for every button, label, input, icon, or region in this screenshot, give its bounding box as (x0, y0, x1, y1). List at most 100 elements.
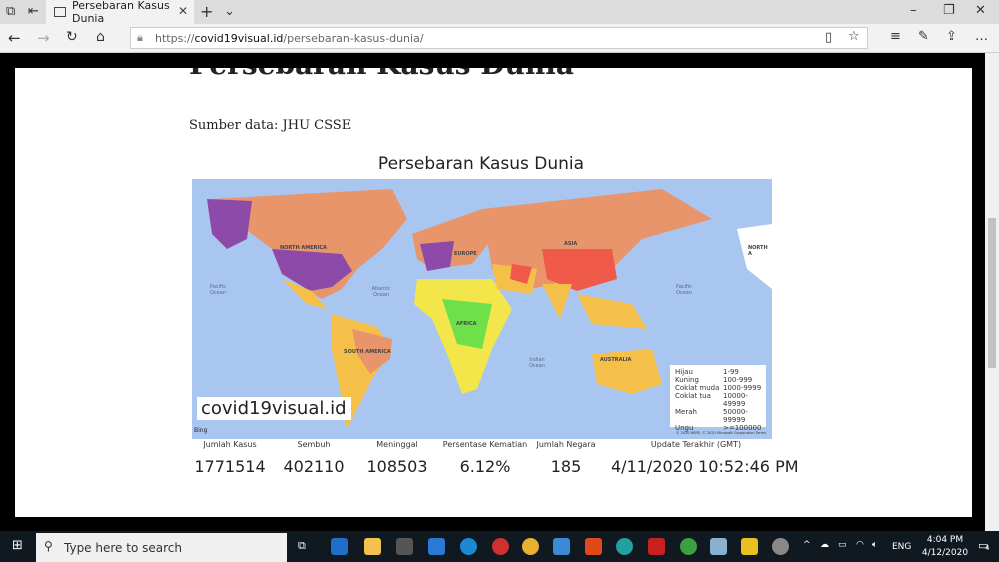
close-window-icon[interactable]: ✕ (975, 3, 986, 18)
region-europe (412, 209, 492, 269)
label-africa: AFRICA (456, 321, 477, 327)
powerbi-icon[interactable] (741, 538, 758, 555)
stat-recovered: Sembuh 402110 (281, 440, 347, 476)
back-icon[interactable]: ← (8, 29, 21, 47)
app-c-icon[interactable] (460, 538, 477, 555)
forward-icon[interactable]: → (37, 29, 50, 47)
label-north-a: NORTH A (748, 245, 768, 257)
label-atlantic-ocean: Atlantic Ocean (371, 286, 391, 298)
stat-label: Jumlah Negara (536, 440, 596, 449)
url-prefix: https:// (155, 32, 195, 45)
region-western-europe (420, 241, 454, 271)
map-legend: Hijau 1-99 Kuning 100-999 Coklat muda 1000-… (670, 365, 766, 432)
windows-start-icon[interactable]: ⊞ (12, 538, 23, 553)
home-icon[interactable]: ⌂ (96, 29, 105, 45)
reading-view-icon[interactable]: ▯ (825, 30, 832, 45)
language-indicator[interactable]: ENG (892, 542, 911, 552)
map-title: Persebaran Kasus Dunia (377, 154, 585, 174)
tab-bar: ⧉ ⇤ Persebaran Kasus Dunia ✕ + ⌄ – ❐ ✕ (0, 0, 999, 25)
legend-range: 50000-99999 (723, 408, 748, 424)
stat-value: 402110 (283, 457, 345, 476)
tab-active[interactable]: Persebaran Kasus Dunia ✕ (46, 0, 194, 25)
app-u-icon[interactable] (616, 538, 633, 555)
chevron-down-icon[interactable]: ⌄ (224, 4, 235, 19)
volume-icon[interactable]: 🔈︎ (872, 540, 877, 550)
legend-range: 1-99 (723, 368, 739, 376)
wifi-icon[interactable]: ◠ (856, 540, 864, 550)
address-bar[interactable]: 🔒︎ https://covid19visual.id/persebaran-k… (130, 27, 868, 49)
stat-label: Meninggal (376, 440, 418, 449)
taskbar: ⊞ ⚲ Type here to search ⧉ ^ ☁ ▭ ◠ 🔈︎ ENG… (0, 531, 999, 562)
new-tab-icon[interactable]: + (200, 2, 213, 21)
taskbar-search[interactable]: ⚲ Type here to search (36, 533, 287, 562)
stat-death-rate: Persentase Kematian 6.12% (439, 440, 531, 476)
nav-bar: ← → ↻ ⌂ 🔒︎ https://covid19visual.id/pers… (0, 24, 999, 53)
map-copyright[interactable]: © 2020 HERE, © 2020 Microsoft Corporatio… (676, 431, 766, 435)
onedrive-icon[interactable]: ☁ (820, 540, 829, 550)
favorite-star-icon[interactable]: ☆ (848, 29, 860, 44)
stat-value: 185 (550, 457, 582, 476)
refresh-icon[interactable]: ↻ (66, 29, 78, 45)
search-placeholder: Type here to search (64, 541, 182, 555)
edge-icon[interactable] (331, 538, 348, 555)
watermark: covid19visual.id (197, 397, 351, 420)
label-south-america: SOUTH AMERICA (344, 349, 391, 355)
stat-label: Jumlah Kasus (203, 440, 257, 449)
task-view-icon[interactable]: ⧉ (298, 539, 306, 553)
scrollbar[interactable] (985, 53, 999, 531)
url-path: /persebaran-kasus-dunia/ (283, 32, 424, 45)
mail-icon[interactable] (428, 538, 445, 555)
article: Persebaran Kasus Dunia Sumber data: JHU … (15, 68, 972, 517)
world-map[interactable]: NORTH AMERICA EUROPE ASIA AFRICA SOUTH A… (192, 179, 772, 439)
store-icon[interactable] (396, 538, 413, 555)
notifications-icon[interactable]: ▭ 4 (978, 539, 989, 552)
clock-date: 4/12/2020 (921, 548, 969, 558)
office-icon[interactable] (585, 538, 602, 555)
filezilla-icon[interactable] (648, 538, 665, 555)
more-icon[interactable]: … (975, 29, 988, 44)
app-red-icon[interactable] (492, 538, 509, 555)
pen-icon[interactable]: ✎ (918, 29, 929, 44)
stat-value: 1771514 (194, 457, 266, 476)
stat-label: Sembuh (297, 440, 331, 449)
url-domain: covid19visual.id (194, 32, 284, 45)
data-source: Sumber data: JHU CSSE (189, 118, 352, 133)
close-tab-icon[interactable]: ✕ (178, 4, 188, 18)
clock[interactable]: 4:04 PM 4/12/2020 (920, 534, 970, 560)
legend-label: Kuning (675, 376, 699, 384)
legend-range: 10000-49999 (723, 392, 748, 408)
share-icon[interactable]: ⇪ (946, 29, 957, 44)
stat-countries: Jumlah Negara 185 (531, 440, 601, 476)
legend-range: 1000-9999 (723, 384, 762, 392)
label-europe: EUROPE (454, 251, 477, 257)
favorites-icon[interactable]: ≡ (890, 29, 901, 44)
app-misc-icon[interactable] (772, 538, 789, 555)
stat-value: 6.12% (459, 457, 511, 476)
snip-icon[interactable] (710, 538, 727, 555)
stat-label: Update Terakhir (GMT) (650, 440, 742, 449)
utorrent-icon[interactable] (680, 538, 697, 555)
file-explorer-icon[interactable] (364, 538, 381, 555)
label-north-america: NORTH AMERICA (280, 245, 327, 251)
minimize-icon[interactable]: – (910, 3, 917, 18)
set-aside-tabs-icon[interactable]: ⇤ (28, 4, 39, 19)
legend-label: Coklat tua (675, 392, 711, 400)
region-australia (592, 349, 662, 394)
legend-range: 100-999 (723, 376, 753, 384)
stat-last-update: Update Terakhir (GMT) 4/11/2020 10:52:46 … (611, 440, 799, 476)
label-asia: ASIA (564, 241, 578, 247)
restore-icon[interactable]: ❐ (943, 3, 955, 18)
scrollbar-thumb[interactable] (988, 218, 996, 368)
battery-icon[interactable]: ▭ (838, 540, 847, 550)
stat-deaths: Meninggal 108503 (357, 440, 437, 476)
tab-actions-icon[interactable]: ⧉ (6, 4, 15, 19)
3d-viewer-icon[interactable] (553, 538, 570, 555)
legend-label: Coklat muda (675, 384, 720, 392)
page-heading: Persebaran Kasus Dunia (189, 68, 574, 81)
tab-title: Persebaran Kasus Dunia (72, 0, 170, 25)
region-alaska (207, 199, 252, 249)
chevron-up-icon[interactable]: ^ (803, 540, 811, 550)
stat-value: 4/11/2020 10:52:46 PM (611, 457, 799, 476)
chrome-icon[interactable] (522, 538, 539, 555)
page-icon (54, 7, 66, 17)
